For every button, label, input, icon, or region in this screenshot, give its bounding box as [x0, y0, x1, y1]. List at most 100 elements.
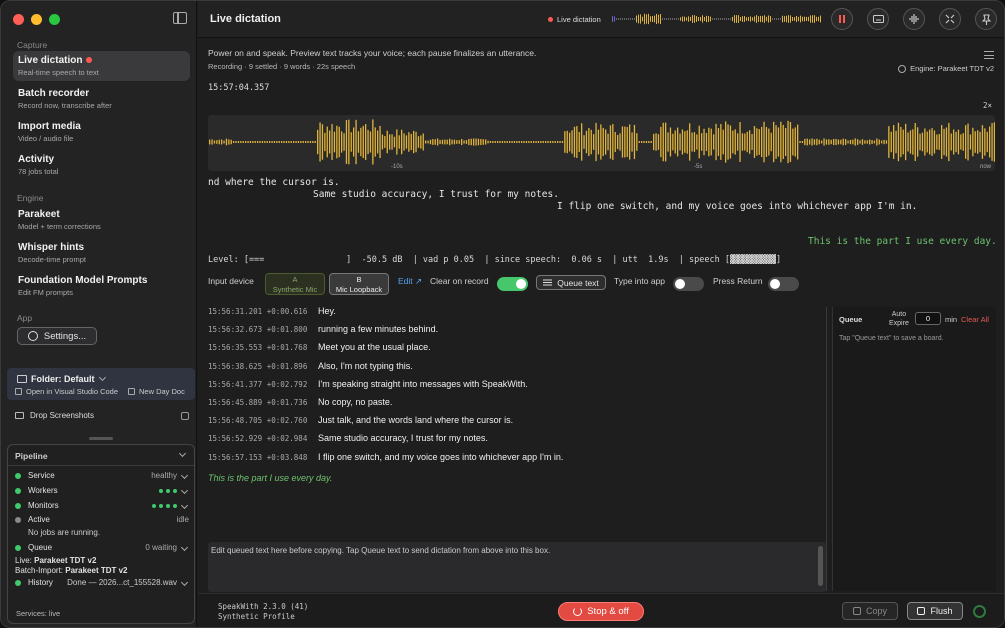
pipeline-monitors-row[interactable]: Monitors: [15, 501, 189, 510]
waveform-bar: [828, 139, 830, 145]
section-app: App: [17, 313, 33, 323]
mini-waveform-bar: [656, 13, 657, 25]
drop-screenshots-row[interactable]: Drop Screenshots: [15, 411, 189, 420]
mini-waveform-bar: [764, 15, 765, 23]
pin-icon: [981, 13, 991, 25]
source-label: Mic Loopback: [335, 285, 383, 294]
pipeline-service-row[interactable]: Service healthy: [15, 471, 189, 480]
expire-minutes-input[interactable]: 0: [915, 312, 941, 325]
open-vscode-link[interactable]: Open in Visual Studio Code: [15, 387, 118, 396]
pipeline-queue-row[interactable]: Queue 0 waiting: [15, 543, 189, 552]
collapse-button[interactable]: [939, 8, 961, 30]
waveform-bar: [768, 128, 770, 156]
type-into-app-toggle[interactable]: [673, 277, 704, 291]
waveform-bar: [989, 126, 991, 158]
waveform-bar: [626, 127, 628, 157]
waveform-bar: [362, 125, 364, 159]
waveform-bar: [317, 129, 319, 155]
clear-on-record-label: Clear on record: [430, 276, 489, 286]
new-day-doc-link[interactable]: New Day Doc: [128, 387, 185, 396]
waveform-bar: [437, 138, 439, 146]
minimize-window-button[interactable]: [31, 14, 42, 25]
waveform-bar: [739, 122, 741, 162]
mini-waveform-bar: [818, 16, 819, 22]
waveform-bar: [583, 135, 585, 149]
sidebar-item-foundation-prompts[interactable]: Foundation Model Prompts Edit FM prompts: [13, 271, 190, 301]
waveform-bar: [597, 129, 600, 155]
sidebar-item-parakeet[interactable]: Parakeet Model + term corrections: [13, 205, 190, 235]
folder-selector[interactable]: Folder: Default: [17, 373, 106, 384]
status-dot-icon: [15, 502, 21, 509]
waveform-bar: [609, 125, 612, 159]
waveform-bar: [429, 139, 432, 145]
edit-link[interactable]: Edit ↗: [398, 276, 422, 287]
pipeline-history-row[interactable]: History Done — 2026...ct_155528.wav: [15, 578, 189, 587]
mini-waveform-bar: [692, 15, 693, 23]
settings-button[interactable]: Settings...: [17, 327, 97, 345]
waveform-bar: [636, 133, 638, 151]
source-mic-loopback[interactable]: B Mic Loopback: [329, 273, 389, 295]
sidebar-toggle-icon[interactable]: [173, 12, 187, 24]
sidebar-item-activity[interactable]: Activity 78 jobs total: [13, 150, 190, 180]
clear-all-button[interactable]: Clear All: [961, 315, 989, 324]
folder-panel: Folder: Default Open in Visual Studio Co…: [7, 368, 195, 400]
press-return-toggle[interactable]: [768, 277, 799, 291]
waveform-bar: [552, 141, 554, 143]
waveform-bar: [254, 141, 256, 143]
stop-and-off-button[interactable]: Stop & off: [558, 602, 644, 621]
log-text: running a few minutes behind.: [318, 324, 439, 335]
copy-button[interactable]: Copy: [842, 602, 898, 620]
mini-waveform-bar: [752, 17, 753, 21]
waveform-bar: [372, 119, 374, 165]
nav-title: Batch recorder: [18, 88, 90, 99]
queued-text-editor[interactable]: Edit queued text here before copying. Ta…: [208, 542, 826, 592]
log-text: Meet you at the usual place.: [318, 342, 431, 353]
clear-on-record-toggle[interactable]: [497, 277, 528, 291]
mini-waveform-bar: [728, 18, 729, 20]
sidebar-item-import-media[interactable]: Import media Video / audio file: [13, 117, 190, 147]
sidebar-item-whisper-hints[interactable]: Whisper hints Decode-time prompt: [13, 238, 190, 268]
waveform-bar: [271, 141, 273, 143]
resize-grip[interactable]: [89, 437, 113, 440]
zoom-level[interactable]: 2×: [983, 101, 992, 110]
waveform-bar: [497, 141, 499, 143]
nav-title: Whisper hints: [18, 242, 85, 253]
waveform-bar: [972, 127, 974, 157]
log-timestamp: 15:56:32.673 +0:01.800: [208, 325, 308, 335]
nav-title: Activity: [18, 154, 55, 165]
sidebar-item-batch-recorder[interactable]: Batch recorder Record now, transcribe af…: [13, 84, 190, 114]
flush-button[interactable]: Flush: [907, 602, 963, 620]
log-timestamp: 15:56:31.201 +0:00.616: [208, 307, 308, 316]
waveform-bar: [881, 140, 883, 144]
voice-button[interactable]: [903, 8, 925, 30]
pin-button[interactable]: [975, 8, 997, 30]
keyboard-button[interactable]: [867, 8, 889, 30]
waveform-bar: [396, 129, 398, 155]
waveform-bar: [350, 132, 352, 152]
pause-button[interactable]: [831, 8, 853, 30]
waveform-bar: [852, 139, 854, 145]
source-synthetic-mic[interactable]: A Synthetic Mic: [265, 273, 325, 295]
pipeline-workers-row[interactable]: Workers: [15, 486, 189, 495]
waveform[interactable]: -10s -5s now: [208, 115, 995, 171]
vscode-icon: [15, 388, 22, 395]
waveform-bar: [525, 141, 528, 143]
sliders-icon[interactable]: [984, 51, 994, 59]
mini-waveform-bar: [632, 18, 633, 20]
sidebar: Capture Live dictation Real-time speech …: [1, 1, 197, 627]
status-ring-icon: [973, 605, 986, 618]
queue-text-button[interactable]: Queue text: [536, 275, 606, 290]
mini-waveform-bar: [660, 14, 661, 24]
scrollbar[interactable]: [818, 546, 823, 586]
waveform-bar: [837, 139, 840, 145]
status-dot-icon: [15, 472, 21, 479]
mini-waveform-bar: [622, 18, 623, 20]
waveform-bar: [859, 140, 861, 144]
external-link-icon[interactable]: [181, 411, 189, 420]
close-window-button[interactable]: [13, 14, 24, 25]
sidebar-item-live-dictation[interactable]: Live dictation Real-time speech to text: [13, 51, 190, 81]
zoom-window-button[interactable]: [49, 14, 60, 25]
waveform-bar: [571, 130, 573, 154]
mini-waveform-bar: [800, 15, 801, 23]
chevron-down-icon[interactable]: [178, 449, 187, 458]
